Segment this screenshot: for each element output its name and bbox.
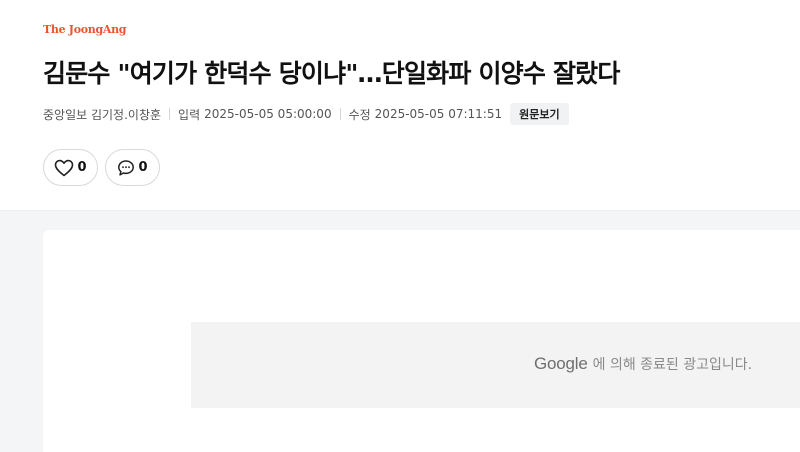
meta-divider — [339, 108, 341, 120]
published-date: 2025-05-05 05:00:00 — [204, 107, 332, 121]
article-header: The JoongAng 김문수 "여기가 한덕수 당이냐"…단일화파 이양수 … — [0, 0, 800, 210]
like-count: 0 — [77, 160, 87, 175]
like-button[interactable]: 0 — [43, 149, 98, 186]
modified-label: 수정 — [348, 107, 371, 122]
ad-closed-text: 에 의해 종료된 광고입니다. — [592, 357, 753, 373]
published-label: 입력 — [178, 107, 201, 122]
comment-count: 0 — [138, 160, 148, 175]
comment-icon — [117, 159, 135, 177]
meta-divider — [169, 108, 171, 120]
modified-date: 2025-05-05 07:11:51 — [374, 107, 503, 121]
article-meta: 중앙일보 김기정.이창훈 입력 2025-05-05 05:00:00 수정 2… — [43, 103, 569, 125]
ad-closed-notice: Google 에 의해 종료된 광고입니다. — [534, 354, 752, 374]
view-original-button[interactable]: 원문보기 — [510, 103, 569, 125]
article-source: 중앙일보 김기정.이창훈 — [43, 107, 162, 122]
google-logo: Google — [534, 354, 588, 373]
publisher-logo[interactable]: The JoongAng — [43, 23, 127, 36]
comment-button[interactable]: 0 — [105, 149, 160, 186]
reaction-bar: 0 0 — [43, 149, 160, 186]
article-title: 김문수 "여기가 한덕수 당이냐"…단일화파 이양수 잘랐다 — [43, 59, 620, 88]
heart-icon — [54, 159, 74, 177]
